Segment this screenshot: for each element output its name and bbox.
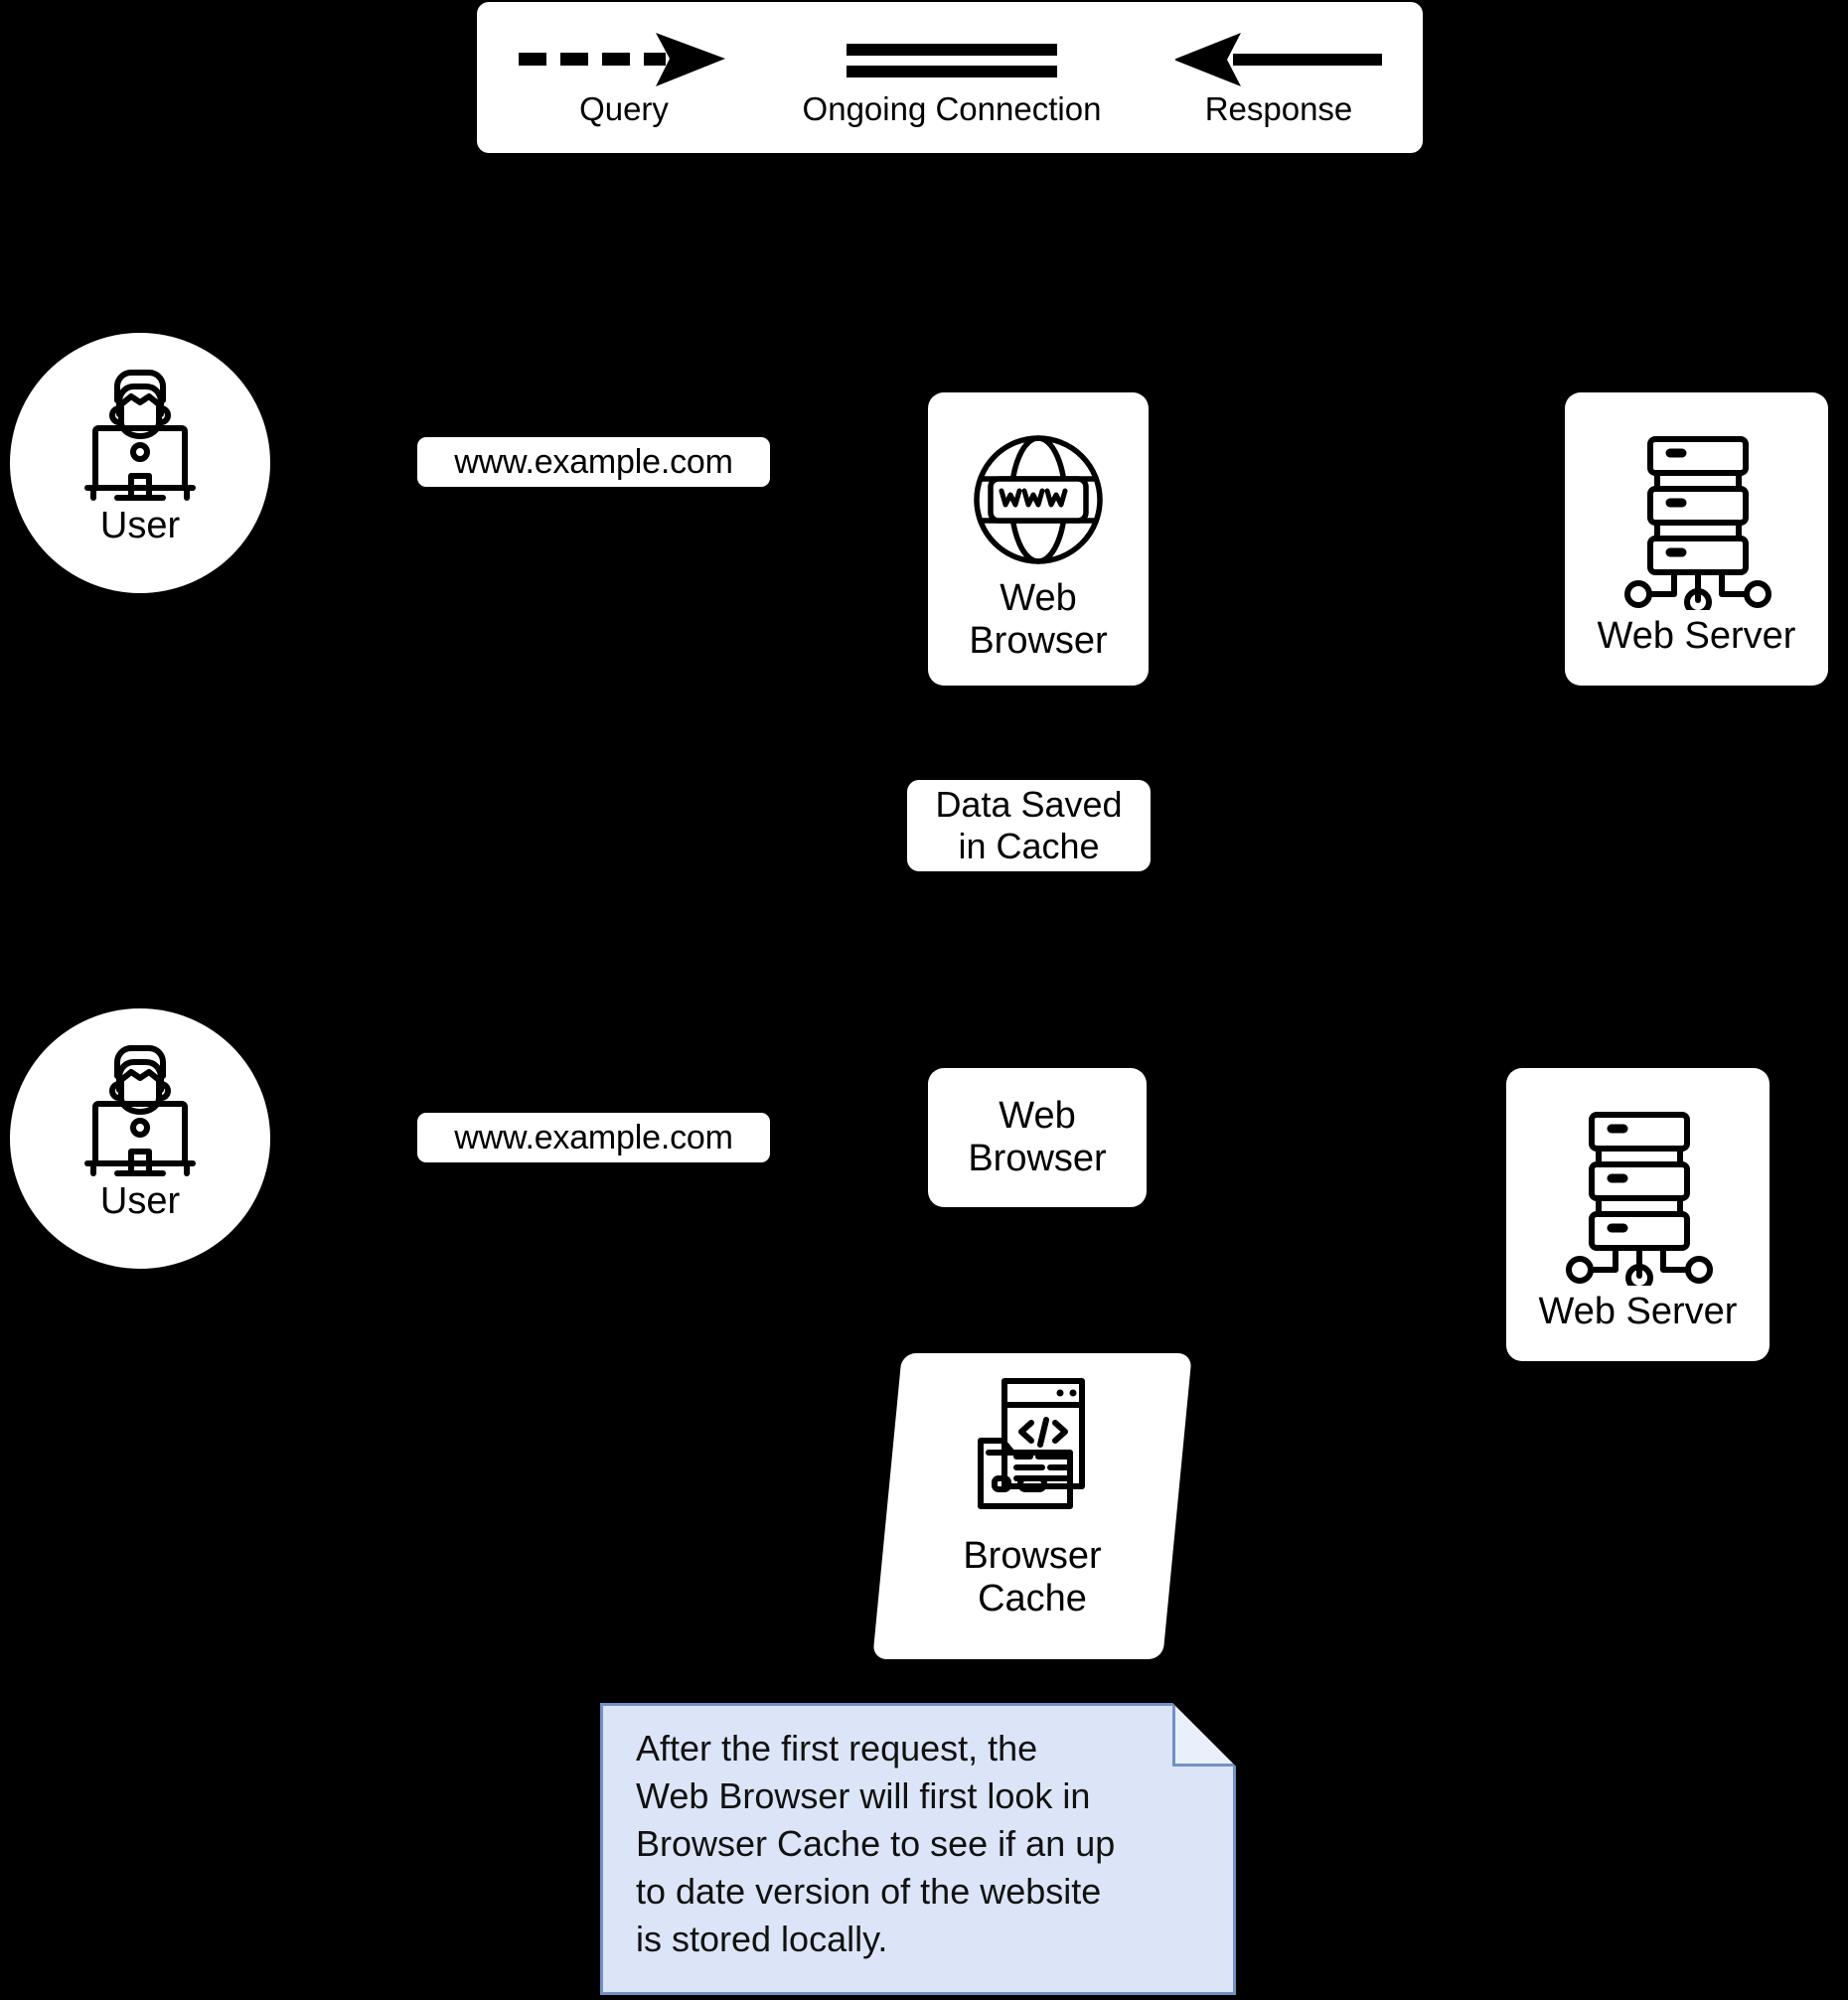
server-rack-icon <box>1554 1107 1723 1292</box>
server-rack-icon <box>1613 431 1781 616</box>
double-line-icon <box>847 29 1057 90</box>
legend-item-ongoing-connection: Ongoing Connection <box>753 2 1151 153</box>
legend-label-ongoing-connection: Ongoing Connection <box>802 89 1102 127</box>
node-web-server-row1[interactable]: Web Server <box>1565 392 1828 686</box>
dashed-arrow-right-icon <box>515 29 733 90</box>
note-callout: After the first request, the Web Browser… <box>600 1703 1236 1995</box>
data-saved-in-cache-label: Data Saved in Cache <box>907 780 1151 871</box>
globe-www-icon <box>966 427 1111 577</box>
node-browser-cache[interactable]: Browser Cache <box>872 1353 1192 1659</box>
user-at-computer-icon <box>66 353 215 507</box>
code-window-folder-icon <box>969 1375 1096 1529</box>
solid-arrow-left-icon <box>1175 29 1382 90</box>
node-label-user-row2: User <box>99 1180 181 1222</box>
data-saved-in-cache-text: Data Saved in Cache <box>935 783 1123 866</box>
legend-panel: Query Ongoing Connection Response <box>477 2 1423 153</box>
node-web-browser-row2[interactable]: Web Browser <box>928 1068 1147 1207</box>
node-label-browser-cache: Browser Cache <box>963 1535 1102 1619</box>
legend-item-query: Query <box>495 2 753 153</box>
legend-label-response: Response <box>1204 89 1353 127</box>
node-web-server-row2[interactable]: Web Server <box>1506 1068 1770 1361</box>
node-label-web-browser-row1: Web Browser <box>969 577 1108 662</box>
node-label-web-browser-row2: Web Browser <box>968 1095 1107 1179</box>
node-user-row2[interactable]: User <box>10 1008 270 1269</box>
note-text: After the first request, the Web Browser… <box>636 1728 1116 1959</box>
legend-item-response: Response <box>1151 2 1407 153</box>
user-at-computer-icon <box>66 1028 215 1182</box>
url-text-row2: www.example.com <box>454 1118 733 1156</box>
node-label-user-row1: User <box>99 505 181 546</box>
url-text-row1: www.example.com <box>454 442 733 481</box>
node-web-browser-row1[interactable]: Web Browser <box>928 392 1149 686</box>
url-label-row1[interactable]: www.example.com <box>417 437 770 487</box>
diagram-canvas: Query Ongoing Connection Response User w… <box>0 0 1848 2000</box>
node-label-web-server-row1: Web Server <box>1597 614 1796 657</box>
node-label-web-server-row2: Web Server <box>1538 1290 1738 1332</box>
node-user-row1[interactable]: User <box>10 333 270 593</box>
legend-label-query: Query <box>579 89 669 127</box>
url-label-row2[interactable]: www.example.com <box>417 1113 770 1162</box>
